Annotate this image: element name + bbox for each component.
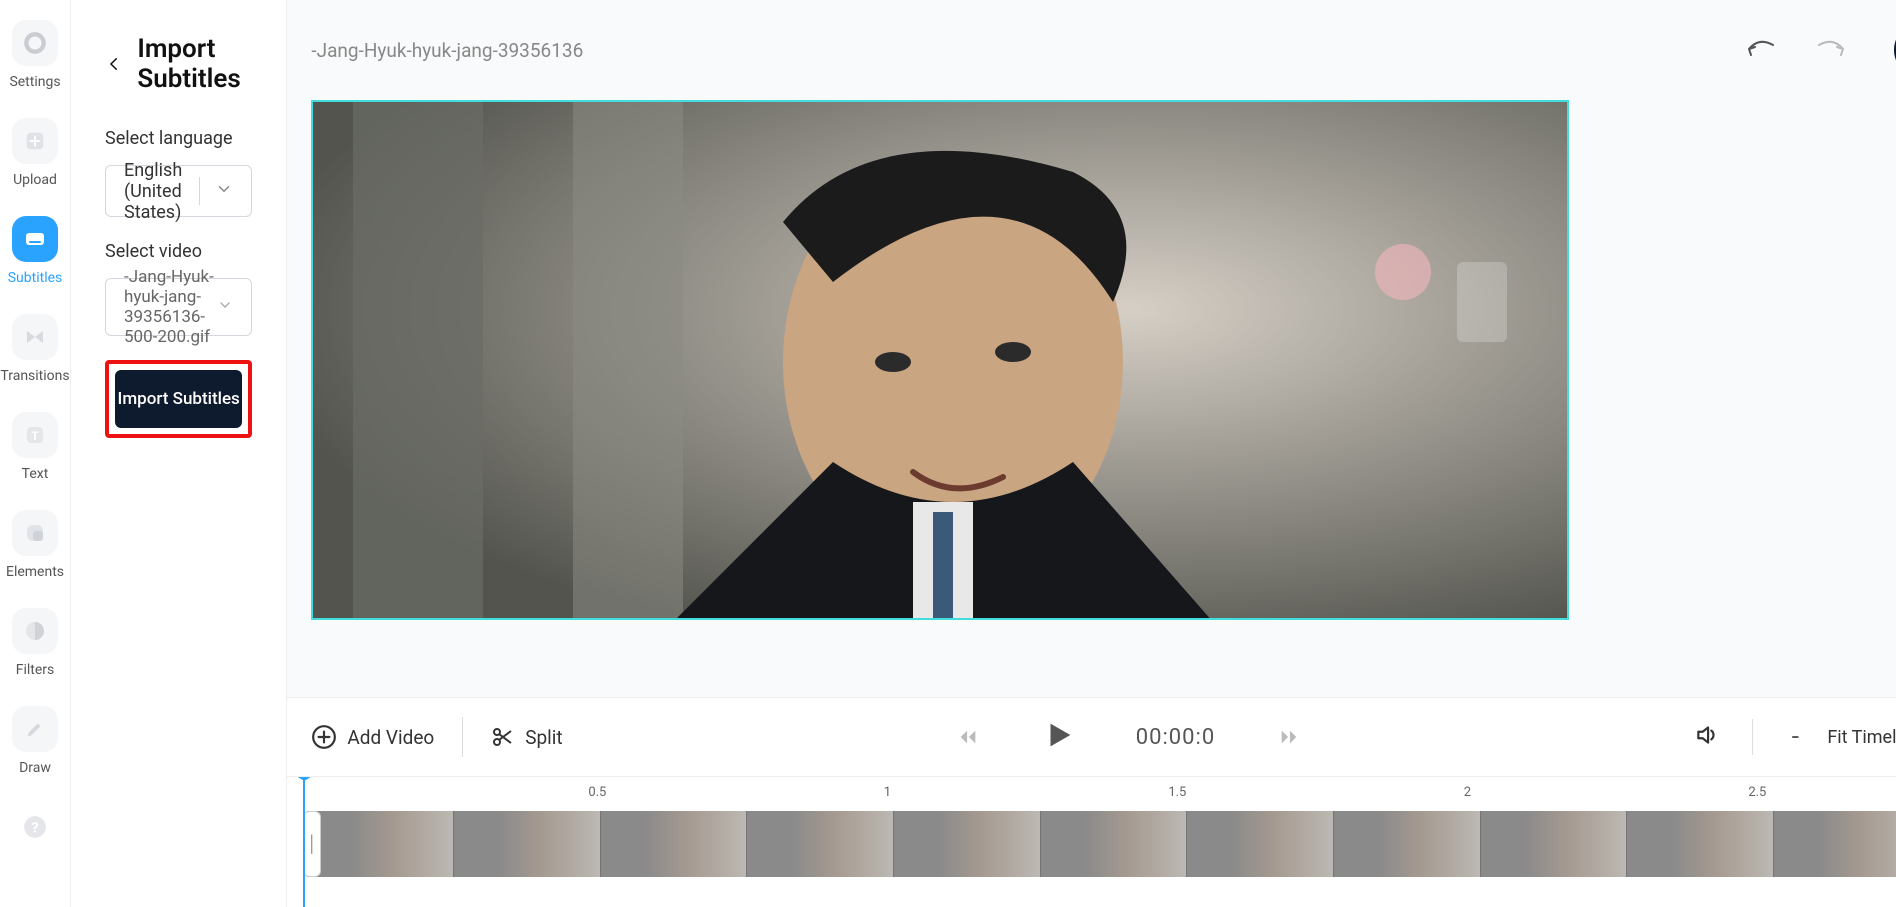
clip-thumbnail <box>1334 811 1481 877</box>
preview-overlay <box>1457 262 1507 342</box>
skip-forward-icon <box>1278 726 1300 748</box>
skip-back-icon <box>957 726 979 748</box>
clip-thumbnail <box>747 811 894 877</box>
add-video-label: Add Video <box>347 726 434 749</box>
undo-icon <box>1743 39 1777 61</box>
project-name[interactable]: -Jang-Hyuk-hyuk-jang-39356136 <box>311 39 583 62</box>
main-area: -Jang-Hyuk-hyuk-jang-39356136 Export <box>287 0 1896 907</box>
video-value: -Jang-Hyuk-hyuk-jang-39356136-500-200.gi… <box>124 267 217 347</box>
ruler-tick: 2 <box>1464 785 1471 800</box>
sidebar-item-label: Subtitles <box>8 270 63 286</box>
svg-text:T: T <box>31 429 39 443</box>
sidebar-item-label: Draw <box>19 760 51 776</box>
scissors-icon <box>491 725 515 749</box>
clip-thumbnail <box>601 811 748 877</box>
video-label: Select video <box>105 241 252 262</box>
sidebar-item-settings[interactable]: Settings <box>0 20 70 90</box>
zoom-out-button[interactable]: - <box>1785 722 1805 752</box>
settings-icon <box>12 20 58 66</box>
ruler-tick: 2.5 <box>1748 785 1766 800</box>
elements-icon <box>12 510 58 556</box>
sidebar-item-draw[interactable]: Draw <box>0 706 70 776</box>
clip-thumbnail <box>454 811 601 877</box>
ruler-tick: 1.5 <box>1168 785 1186 800</box>
redo-button[interactable] <box>1812 30 1852 70</box>
clip-thumbnail <box>894 811 1041 877</box>
play-button[interactable] <box>1042 718 1076 756</box>
clip-thumbnail <box>1187 811 1334 877</box>
sidebar-item-label: Settings <box>9 74 60 90</box>
preview-placeholder-icon <box>313 102 1569 620</box>
add-circle-icon <box>311 724 337 750</box>
video-preview[interactable] <box>311 100 1569 620</box>
sidebar-item-subtitles[interactable]: Subtitles <box>0 216 70 286</box>
current-time: 00:00:0 <box>1136 725 1215 750</box>
chevron-down-icon <box>215 180 233 203</box>
language-label: Select language <box>105 128 252 149</box>
timeline[interactable]: 0.5 1 1.5 2 2.5 3 │ │ <box>287 777 1896 907</box>
clip-thumbnail <box>1481 811 1628 877</box>
split-label: Split <box>525 726 562 749</box>
sidebar-item-label: Transitions <box>0 368 69 384</box>
volume-icon <box>1694 722 1720 748</box>
text-icon: T <box>12 412 58 458</box>
import-highlight: Import Subtitles <box>105 360 252 438</box>
right-controls: - Fit Timeline + <box>1694 719 1896 755</box>
left-sidebar: Settings Upload Subtitles Transitions T … <box>0 0 71 907</box>
topbar: -Jang-Hyuk-hyuk-jang-39356136 Export <box>287 0 1896 100</box>
panel-header: Import Subtitles <box>105 34 252 94</box>
back-button[interactable] <box>105 49 123 79</box>
filters-icon <box>12 608 58 654</box>
sidebar-item-label: Elements <box>6 564 64 580</box>
sidebar-item-label: Upload <box>13 172 57 188</box>
sidebar-item-label: Text <box>22 466 49 482</box>
clip-thumbnail <box>1041 811 1188 877</box>
sidebar-item-text[interactable]: T Text <box>0 412 70 482</box>
sidebar-item-label: Filters <box>16 662 55 678</box>
upload-icon <box>12 118 58 164</box>
clip-thumbnail <box>307 811 454 877</box>
panel-title: Import Subtitles <box>137 34 252 94</box>
fit-timeline-button[interactable]: Fit Timeline <box>1827 727 1896 748</box>
clip-handle-left[interactable]: │ <box>303 811 321 877</box>
skip-back-button[interactable] <box>954 723 982 751</box>
subtitles-panel: Import Subtitles Select language English… <box>71 0 287 907</box>
chevron-down-icon <box>217 297 233 318</box>
play-cluster: 00:00:0 <box>954 718 1303 756</box>
clip-thumbnail <box>1774 811 1896 877</box>
ruler-tick: 0.5 <box>588 785 606 800</box>
help-icon: ? <box>12 804 58 850</box>
chevron-left-icon <box>105 55 123 73</box>
playhead[interactable] <box>303 777 305 907</box>
play-icon <box>1042 718 1076 752</box>
redo-icon <box>1815 39 1849 61</box>
clip-thumbnail <box>1627 811 1774 877</box>
add-video-button[interactable]: Add Video <box>311 724 434 750</box>
separator <box>1752 719 1753 755</box>
ruler-tick: 1 <box>884 785 891 800</box>
draw-icon <box>12 706 58 752</box>
sidebar-item-transitions[interactable]: Transitions <box>0 314 70 384</box>
separator <box>462 717 463 757</box>
language-select[interactable]: English (United States) <box>105 165 252 217</box>
sidebar-item-elements[interactable]: Elements <box>0 510 70 580</box>
subtitles-icon <box>12 216 58 262</box>
undo-button[interactable] <box>1740 30 1780 70</box>
language-value: English (United States) <box>124 160 199 223</box>
import-button-label: Import Subtitles <box>118 389 240 409</box>
sidebar-item-upload[interactable]: Upload <box>0 118 70 188</box>
transitions-icon <box>12 314 58 360</box>
svg-text:?: ? <box>31 818 39 836</box>
sidebar-item-filters[interactable]: Filters <box>0 608 70 678</box>
ruler[interactable]: 0.5 1 1.5 2 2.5 3 <box>297 777 1896 811</box>
import-subtitles-button[interactable]: Import Subtitles <box>115 370 242 428</box>
volume-button[interactable] <box>1694 722 1720 752</box>
clip-track[interactable]: │ │ <box>307 811 1896 877</box>
sidebar-item-help[interactable]: ? <box>0 804 70 850</box>
controls-bar: Add Video Split 00:00:0 <box>287 697 1896 777</box>
split-button[interactable]: Split <box>491 725 562 749</box>
video-select[interactable]: -Jang-Hyuk-hyuk-jang-39356136-500-200.gi… <box>105 278 252 336</box>
skip-forward-button[interactable] <box>1275 723 1303 751</box>
preview-wrap <box>287 100 1896 697</box>
